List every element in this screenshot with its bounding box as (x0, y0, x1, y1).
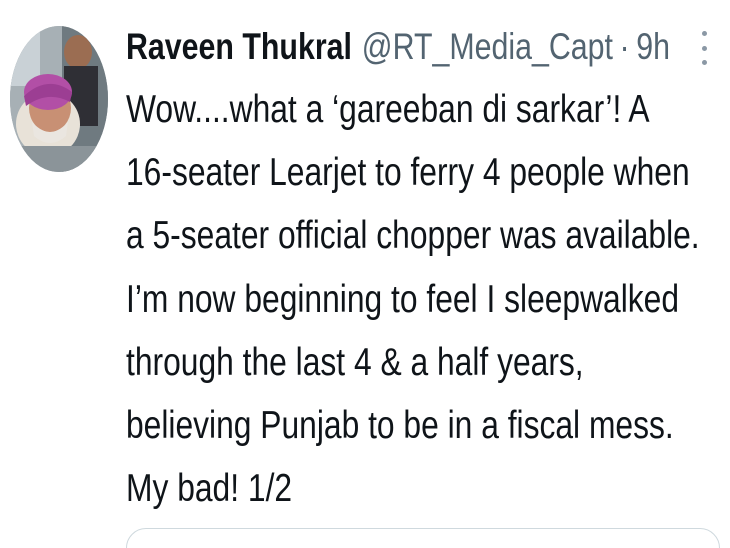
tweet-text-line: I’m now beginning to feel I sleepwalked (126, 277, 680, 321)
tweet-text: Wow....what a ‘gareeban di sarkar’! A 16… (126, 84, 729, 526)
tweet-text-line: through the last 4 & a half years, (126, 340, 584, 384)
quoted-card[interactable] (126, 528, 720, 548)
tweet-text-line: Wow....what a ‘gareeban di sarkar’! A (126, 88, 650, 131)
tweet-text-line: My bad! 1/2 (126, 467, 293, 511)
user-handle[interactable]: @RT_Media_Capt (362, 24, 613, 70)
avatar[interactable] (10, 26, 108, 172)
more-dot (701, 31, 707, 36)
separator-dot: · (619, 26, 630, 67)
timestamp[interactable]: 9h (636, 24, 670, 70)
tweet-text-line: a 5-seater official chopper was availabl… (126, 214, 700, 258)
tweet-text-line: believing Punjab to be in a fiscal mess. (126, 403, 674, 447)
tweet-text-line: 16-seater Learjet to ferry 4 people when (126, 151, 690, 195)
more-dot (701, 45, 707, 51)
display-name[interactable]: Raveen Thukral (126, 24, 352, 70)
tweet: Raveen Thukral @RT_Media_Capt · 9h Wow..… (0, 0, 730, 548)
tweet-header: Raveen Thukral @RT_Media_Capt · 9h (126, 24, 670, 70)
profile-photo-icon (10, 26, 108, 172)
more-vertical-icon[interactable] (697, 28, 711, 68)
more-dot (701, 60, 707, 65)
